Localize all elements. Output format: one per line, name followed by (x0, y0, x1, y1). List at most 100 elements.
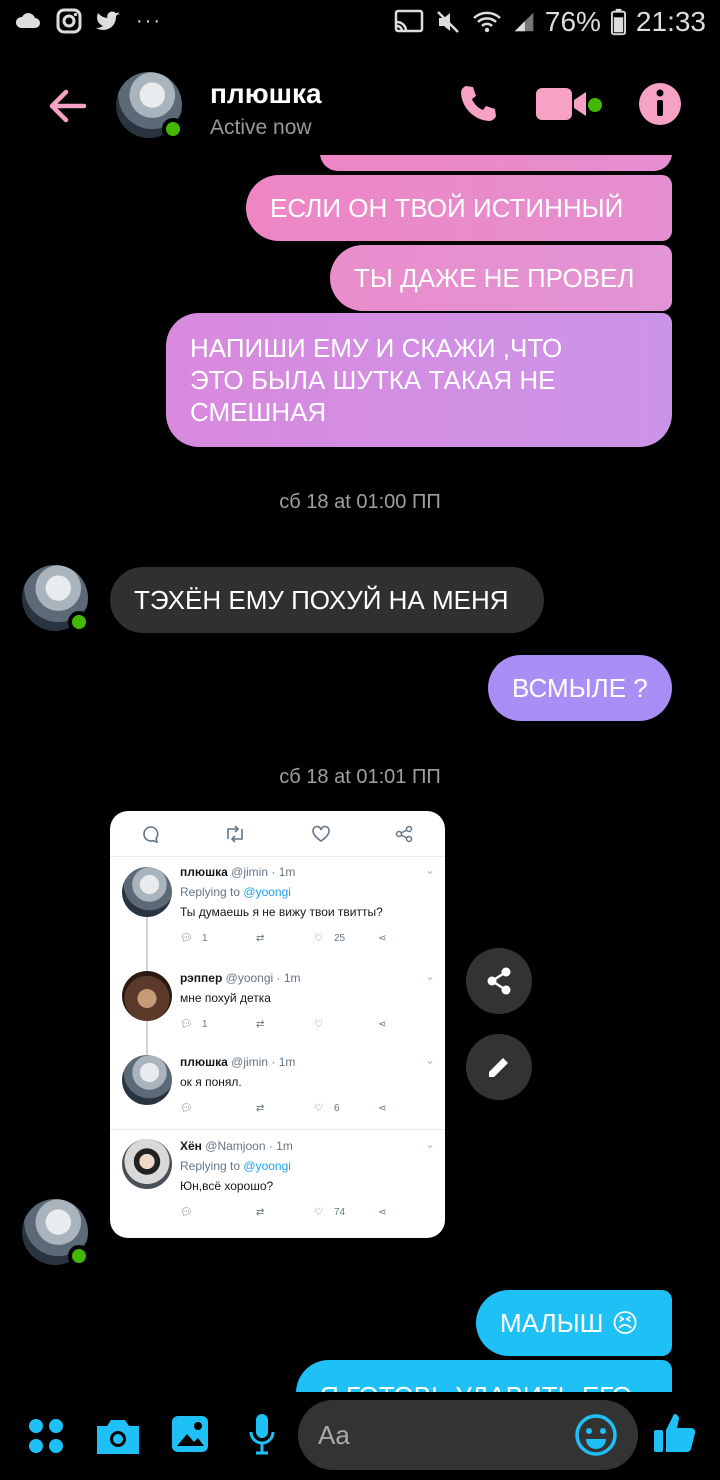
message-text: СМЕШНАЯ (190, 397, 327, 427)
twitter-icon (96, 11, 120, 30)
share-icon: ⋖ (378, 933, 387, 944)
retweet-icon: ⇄ (256, 1103, 265, 1114)
tweet: рэппер @yoongi · 1m ⌄ мне похуй детка 💬︎… (110, 967, 445, 1047)
message-text: ТЫ ДАЖЕ НЕ ПРОВЕЛ (354, 263, 635, 293)
message-text: НАПИШИ ЕМУ И СКАЖИ ,ЧТО (190, 333, 563, 363)
battery-icon (610, 8, 626, 36)
chevron-down-icon: ⌄ (424, 863, 435, 877)
tweet-avatar (122, 1055, 172, 1105)
message-input[interactable] (318, 1416, 558, 1454)
tweet-text: Ты думаешь я не вижу твои твитты? (180, 905, 383, 919)
tweet-avatar (122, 971, 172, 1021)
share-icon: ⋖ (378, 1019, 387, 1030)
message-bubble[interactable]: ЕСЛИ ОН ТВОЙ ИСТИННЫЙ (246, 175, 672, 241)
microphone-icon[interactable] (247, 1412, 277, 1456)
reply-count: 1 (202, 933, 208, 944)
message-text: МАЛЫШ (500, 1308, 604, 1338)
active-status: Active now (210, 116, 312, 139)
chevron-down-icon: ⌄ (424, 1053, 435, 1067)
message-bubble-incoming[interactable]: ТЭХЁН ЕМУ ПОХУЙ НА МЕНЯ (110, 567, 544, 633)
retweet-icon: ⇄ (256, 933, 265, 944)
tweet-author: плюшка (180, 1055, 228, 1069)
share-icon (395, 825, 413, 842)
gallery-icon[interactable] (170, 1414, 210, 1454)
tweet-avatar (122, 867, 172, 917)
edit-image-button[interactable] (466, 1034, 532, 1100)
more-apps-icon[interactable] (26, 1416, 66, 1456)
message-text: ЕСЛИ ОН ТВОЙ ИСТИННЫЙ (270, 193, 624, 223)
replying-to-label: Replying to (180, 885, 241, 899)
message-bubble-cut[interactable] (320, 155, 672, 171)
tweet-handle: @yoongi (225, 971, 274, 985)
contact-avatar-small[interactable] (22, 565, 90, 633)
battery-level: 76% (544, 6, 601, 37)
online-indicator (68, 1245, 90, 1267)
thumbs-up-icon[interactable] (652, 1410, 698, 1456)
tweet-text: ок я понял. (180, 1075, 242, 1089)
message-bubble[interactable]: ТЫ ДАЖЕ НЕ ПРОВЕЛ (330, 245, 672, 311)
more-dots-icon: ··· (136, 9, 162, 32)
message-text: ТЭХЁН ЕМУ ПОХУЙ НА МЕНЯ (134, 585, 509, 615)
message-text: Я ГОТОВЬ УДАВИТЬ ЕГО (320, 1360, 632, 1392)
phone-icon[interactable] (456, 82, 500, 126)
emoji-icon[interactable] (574, 1413, 618, 1457)
retweet-icon: ⇄ (256, 1207, 265, 1218)
message-bubble[interactable]: НАПИШИ ЕМУ И СКАЖИ ,ЧТО ЭТО БЫЛА ШУТКА Т… (166, 313, 672, 447)
clock: 21:33 (635, 6, 706, 37)
heart-icon (311, 825, 330, 842)
tweet-author: Хён (180, 1139, 202, 1153)
share-image-button[interactable] (466, 948, 532, 1014)
online-indicator (162, 118, 184, 140)
contact-avatar-small[interactable] (22, 1199, 90, 1267)
replying-to-handle: @yoongi (243, 1159, 291, 1173)
heart-icon: ♡ (314, 1207, 323, 1218)
shared-image[interactable]: плюшка @jimin · 1m ⌄ Replying to @yoongi… (110, 811, 445, 1238)
timestamp: сб 18 at 01:01 ПП (279, 766, 441, 788)
like-count: 74 (334, 1207, 346, 1218)
replying-to-handle: @yoongi (243, 885, 291, 899)
tweet-handle: @jimin (231, 1055, 269, 1069)
tweet-text: мне похуй детка (180, 991, 271, 1005)
camera-icon[interactable] (95, 1416, 141, 1456)
reply-icon: 💬︎ (180, 1019, 193, 1030)
heart-icon: ♡ (314, 933, 323, 944)
tweet-author: плюшка (180, 865, 228, 879)
divider (110, 1129, 445, 1130)
share-icon: ⋖ (378, 1103, 387, 1114)
cloud-icon (15, 13, 40, 28)
persevering-face-emoji: 😣 (611, 1308, 639, 1338)
back-arrow-icon[interactable] (44, 82, 92, 130)
heart-icon: ♡ (314, 1103, 323, 1114)
wifi-icon (473, 11, 501, 33)
timestamp: сб 18 at 01:00 ПП (279, 491, 441, 513)
message-bubble-cut[interactable]: Я ГОТОВЬ УДАВИТЬ ЕГО (296, 1360, 672, 1392)
message-text: ЭТО БЫЛА ШУТКА ТАКАЯ НЕ (190, 365, 556, 395)
contact-avatar[interactable] (116, 72, 184, 140)
online-indicator (68, 611, 90, 633)
tweet-handle: @jimin (231, 865, 269, 879)
pencil-icon (489, 1058, 508, 1077)
mute-icon (436, 11, 459, 33)
like-count: 25 (334, 933, 346, 944)
tweet-handle: @Namjoon (205, 1139, 266, 1153)
composer-bar (0, 1392, 720, 1480)
cast-icon (394, 9, 424, 33)
instagram-icon (56, 8, 82, 34)
video-call-button[interactable] (536, 86, 602, 122)
chevron-down-icon: ⌄ (424, 969, 435, 983)
reply-count: 1 (202, 1019, 208, 1030)
tweet-author: рэппер (180, 971, 223, 985)
tweet-avatar (122, 1139, 172, 1189)
tweet-time: · 1m (271, 1055, 296, 1069)
contact-name[interactable]: плюшка (210, 78, 322, 110)
chevron-down-icon: ⌄ (424, 1137, 435, 1151)
tweet: плюшка @jimin · 1m ⌄ ок я понял. 💬︎ ⇄ ♡ 6… (110, 1051, 445, 1127)
message-bubble[interactable]: ВСМЫЛЕ ? (488, 655, 672, 721)
message-bubble[interactable]: МАЛЫШ 😣 (476, 1290, 672, 1356)
tweet-text: Юн,всё хорошо? (180, 1179, 274, 1193)
tweet: Хён @Namjoon · 1m ⌄ Replying to @yoongi … (110, 1135, 445, 1235)
info-icon[interactable] (638, 82, 682, 126)
video-online-dot (588, 98, 602, 112)
reply-icon (143, 825, 159, 843)
message-input-container[interactable] (298, 1400, 638, 1470)
